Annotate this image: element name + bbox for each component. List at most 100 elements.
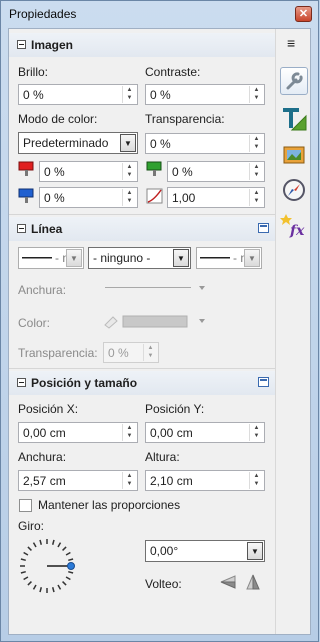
dial-tick — [57, 542, 62, 548]
dial-tick — [27, 546, 32, 551]
spin-down-icon[interactable]: ▼ — [250, 171, 263, 179]
size-altura-label: Altura: — [145, 450, 180, 464]
line-color-label: Color: — [18, 316, 51, 330]
keep-ratio-checkbox[interactable] — [19, 499, 32, 512]
line-end-dropdown[interactable]: - n ▼ — [196, 247, 262, 269]
giro-label: Giro: — [18, 519, 45, 533]
red-channel-icon — [18, 161, 34, 176]
line-preview-icon — [200, 257, 230, 259]
dial-tick — [39, 539, 43, 545]
section-imagen-header[interactable]: Imagen — [9, 33, 275, 57]
flip-horizontal-icon[interactable] — [244, 573, 262, 591]
menu-icon[interactable]: ≡ — [287, 35, 295, 51]
dial-tick — [23, 576, 29, 581]
spin-down-icon[interactable]: ▼ — [123, 94, 136, 102]
spin-up-icon[interactable]: ▲ — [144, 344, 157, 352]
pos-y-spinbox[interactable]: 0,00 cm ▲ ▼ — [145, 422, 265, 443]
spin-up-icon[interactable]: ▲ — [123, 189, 136, 197]
spin-down-icon[interactable]: ▼ — [123, 432, 136, 440]
spin-up-icon[interactable]: ▲ — [123, 163, 136, 171]
line-anchura-label: Anchura: — [18, 283, 67, 297]
contraste-spinbox[interactable]: 0 % ▲ ▼ — [145, 84, 265, 105]
size-anchura-spinbox[interactable]: 2,57 cm ▲ ▼ — [18, 470, 138, 491]
spin-up-icon[interactable]: ▲ — [250, 472, 263, 480]
chevron-down-icon[interactable]: ▼ — [244, 249, 260, 267]
keep-ratio-label: Mantener las proporciones — [38, 498, 181, 512]
giro-value: 0,00° — [150, 544, 179, 558]
pos-y-value: 0,00 cm — [150, 426, 193, 440]
line-transparencia-spinbox[interactable]: 0 % ▲ ▼ — [103, 342, 159, 363]
text-style-icon — [283, 108, 307, 131]
chevron-down-icon[interactable]: ▼ — [247, 542, 263, 560]
spin-up-icon[interactable]: ▲ — [123, 86, 136, 94]
collapse-icon[interactable] — [17, 378, 26, 387]
green-spinbox[interactable]: 0 % ▲ ▼ — [167, 161, 265, 182]
tab-gallery[interactable] — [280, 140, 308, 168]
spin-down-icon[interactable]: ▼ — [250, 480, 263, 488]
chevron-down-icon[interactable]: ▼ — [66, 249, 82, 267]
dial-tick — [68, 570, 74, 574]
spin-up-icon[interactable]: ▲ — [250, 189, 263, 197]
more-options-icon[interactable] — [258, 223, 269, 233]
tab-functions[interactable]: fx — [280, 211, 308, 239]
modo-color-value: Predeterminado — [23, 136, 109, 150]
gamma-icon — [146, 188, 163, 204]
contraste-value: 0 % — [150, 88, 171, 102]
spin-up-icon[interactable]: ▲ — [250, 424, 263, 432]
contraste-label: Contraste: — [145, 65, 201, 79]
spin-up-icon[interactable]: ▲ — [123, 424, 136, 432]
red-spinbox[interactable]: 0 % ▲ ▼ — [39, 161, 138, 182]
volteo-label: Volteo: — [145, 577, 182, 591]
gamma-spinbox[interactable]: 1,00 ▲ ▼ — [167, 187, 265, 208]
spin-down-icon[interactable]: ▼ — [250, 432, 263, 440]
spin-up-icon[interactable]: ▲ — [123, 472, 136, 480]
section-posicion-header[interactable]: Posición y tamaño — [9, 371, 275, 395]
modo-color-dropdown[interactable]: Predeterminado ▼ — [18, 132, 138, 154]
spin-down-icon[interactable]: ▼ — [250, 197, 263, 205]
pos-x-value: 0,00 cm — [23, 426, 66, 440]
rotation-dial[interactable] — [18, 537, 76, 595]
close-button[interactable]: ✕ — [295, 6, 312, 22]
chevron-down-icon[interactable]: ▼ — [173, 249, 189, 267]
brillo-spinbox[interactable]: 0 % ▲ ▼ — [18, 84, 138, 105]
line-start-dropdown[interactable]: - n ▼ — [18, 247, 84, 269]
tab-navigator[interactable] — [280, 176, 308, 204]
line-style-dropdown[interactable]: - ninguno - ▼ — [88, 247, 191, 269]
spin-down-icon[interactable]: ▼ — [144, 352, 157, 360]
tab-properties[interactable] — [280, 67, 308, 95]
spin-down-icon[interactable]: ▼ — [123, 480, 136, 488]
spin-down-icon[interactable]: ▼ — [250, 94, 263, 102]
line-color-dropdown[interactable] — [103, 313, 213, 329]
dial-tick — [57, 584, 62, 590]
transparencia-label: Transparencia: — [145, 112, 225, 126]
spin-down-icon[interactable]: ▼ — [123, 171, 136, 179]
pos-x-spinbox[interactable]: 0,00 cm ▲ ▼ — [18, 422, 138, 443]
spin-down-icon[interactable]: ▼ — [250, 143, 263, 151]
properties-window: Propiedades ✕ Imagen Brillo: 0 % ▲ ▼ Cont… — [0, 0, 319, 642]
collapse-icon[interactable] — [17, 40, 26, 49]
tab-styles[interactable] — [280, 104, 308, 132]
collapse-icon[interactable] — [17, 224, 26, 233]
flip-vertical-icon[interactable] — [219, 573, 237, 591]
divider — [9, 368, 275, 369]
transparencia-spinbox[interactable]: 0 % ▲ ▼ — [145, 133, 265, 154]
more-options-icon[interactable] — [258, 377, 269, 387]
title-bar[interactable]: Propiedades ✕ — [1, 1, 318, 28]
chevron-down-icon[interactable]: ▼ — [120, 134, 136, 152]
dial-tick — [51, 587, 55, 593]
red-value: 0 % — [44, 165, 65, 179]
spin-up-icon[interactable]: ▲ — [250, 163, 263, 171]
dial-tick — [20, 570, 26, 574]
line-width-dropdown[interactable] — [103, 281, 213, 295]
modo-color-label: Modo de color: — [18, 112, 98, 126]
spin-down-icon[interactable]: ▼ — [123, 197, 136, 205]
giro-dropdown[interactable]: 0,00° ▼ — [145, 540, 265, 562]
size-altura-spinbox[interactable]: 2,10 cm ▲ ▼ — [145, 470, 265, 491]
blue-spinbox[interactable]: 0 % ▲ ▼ — [39, 187, 138, 208]
dial-handle-icon[interactable] — [67, 562, 75, 570]
spin-up-icon[interactable]: ▲ — [250, 86, 263, 94]
section-linea-header[interactable]: Línea — [9, 217, 275, 241]
spin-up-icon[interactable]: ▲ — [250, 135, 263, 143]
sidebar-content: Imagen Brillo: 0 % ▲ ▼ Contraste: 0 % ▲ ▼ … — [8, 28, 311, 635]
line-transparencia-label: Transparencia: — [18, 346, 98, 360]
